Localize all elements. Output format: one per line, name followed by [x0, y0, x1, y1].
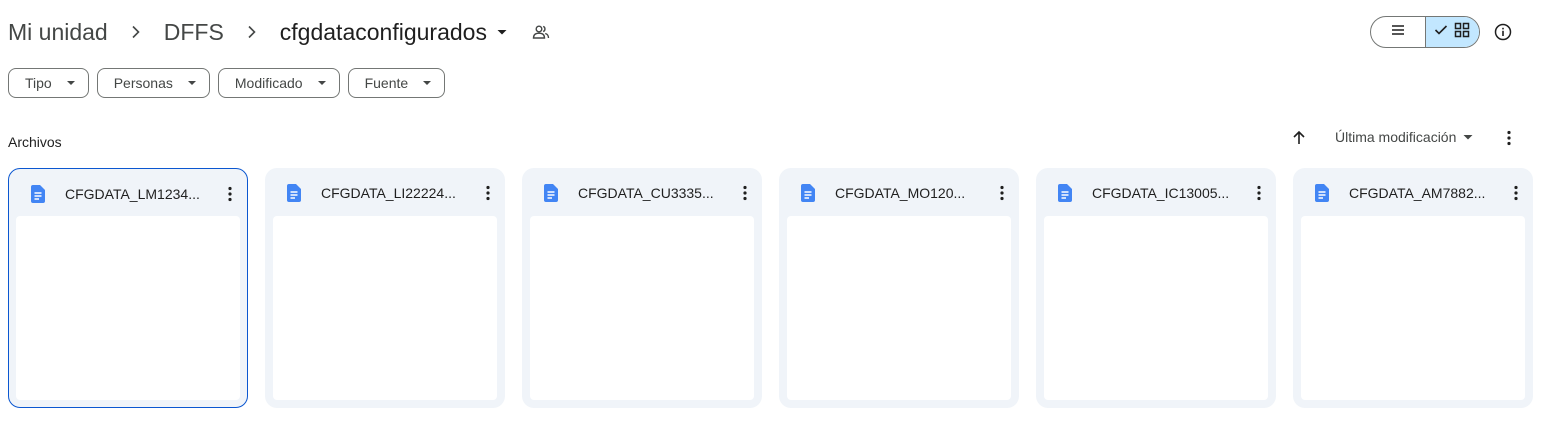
more-vert-icon[interactable] — [736, 183, 754, 203]
file-card[interactable]: CFGDATA_LI22224... — [265, 168, 505, 408]
breadcrumb-item-dffs[interactable]: DFFS — [164, 19, 224, 46]
file-card[interactable]: CFGDATA_LM1234... — [8, 168, 248, 408]
more-vert-icon[interactable] — [993, 183, 1011, 203]
more-vert-icon[interactable] — [1500, 128, 1518, 148]
file-card[interactable]: CFGDATA_MO120... — [779, 168, 1019, 408]
file-thumbnail[interactable] — [16, 216, 240, 400]
more-vert-icon[interactable] — [479, 183, 497, 203]
view-toggle — [1370, 16, 1480, 48]
section-title: Archivos — [8, 134, 62, 150]
google-docs-icon — [1056, 184, 1074, 202]
file-thumbnail[interactable] — [1044, 216, 1268, 400]
breadcrumb-current-folder[interactable]: cfgdataconfigurados — [280, 19, 513, 46]
chevron-right-icon — [224, 25, 280, 39]
list-view-icon — [1390, 23, 1406, 42]
filter-chip-modificado[interactable]: Modificado — [217, 68, 340, 98]
google-docs-icon — [29, 185, 47, 203]
chevron-right-icon — [108, 25, 164, 39]
google-docs-icon — [799, 184, 817, 202]
grid-view-button[interactable] — [1424, 17, 1479, 47]
sort-label: Última modificación — [1335, 129, 1457, 145]
filter-chip-label: Modificado — [234, 75, 303, 91]
info-icon[interactable] — [1491, 20, 1515, 44]
caret-down-icon — [66, 81, 75, 85]
filter-chip-personas[interactable]: Personas — [96, 68, 210, 98]
caret-down-icon[interactable] — [491, 21, 513, 43]
file-name: CFGDATA_CU3335... — [578, 185, 714, 201]
more-vert-icon[interactable] — [1507, 183, 1525, 203]
file-thumbnail[interactable] — [273, 216, 497, 400]
file-card[interactable]: CFGDATA_IC13005... — [1036, 168, 1276, 408]
file-name: CFGDATA_MO120... — [835, 185, 966, 201]
more-vert-icon[interactable] — [1250, 183, 1268, 203]
filter-chip-label: Personas — [113, 75, 173, 91]
file-name: CFGDATA_LI22224... — [321, 185, 456, 201]
file-grid: CFGDATA_LM1234... CFGDATA_LI22224... CFG… — [8, 168, 1533, 408]
google-docs-icon — [542, 184, 560, 202]
file-thumbnail[interactable] — [530, 216, 754, 400]
file-thumbnail[interactable] — [787, 216, 1011, 400]
shared-people-icon[interactable] — [529, 20, 553, 44]
grid-view-icon — [1454, 22, 1470, 43]
file-card[interactable]: CFGDATA_CU3335... — [522, 168, 762, 408]
caret-down-icon — [1463, 135, 1473, 140]
filter-chip-tipo[interactable]: Tipo — [8, 68, 89, 98]
filter-chip-fuente[interactable]: Fuente — [347, 68, 446, 98]
list-view-button[interactable] — [1371, 17, 1425, 47]
breadcrumb-item-mi-unidad[interactable]: Mi unidad — [8, 19, 108, 46]
file-thumbnail[interactable] — [1301, 216, 1525, 400]
file-name: CFGDATA_AM7882... — [1349, 185, 1486, 201]
caret-down-icon — [423, 81, 432, 85]
sort-menu-button[interactable]: Última modificación — [1335, 129, 1474, 145]
file-name: CFGDATA_LM1234... — [65, 186, 200, 202]
file-name: CFGDATA_IC13005... — [1092, 185, 1230, 201]
google-docs-icon — [1313, 184, 1331, 202]
filter-chip-label: Fuente — [364, 75, 409, 91]
google-docs-icon — [285, 184, 303, 202]
current-folder-name: cfgdataconfigurados — [279, 18, 487, 45]
more-vert-icon[interactable] — [221, 184, 239, 204]
breadcrumb: Mi unidad DFFS cfgdataconfigurados — [8, 14, 553, 50]
caret-down-icon — [187, 81, 196, 85]
caret-down-icon — [317, 81, 326, 85]
check-icon — [1434, 23, 1448, 41]
filter-chip-label: Tipo — [25, 75, 52, 91]
filter-chips: Tipo Personas Modificado Fuente — [8, 68, 446, 98]
file-card[interactable]: CFGDATA_AM7882... — [1293, 168, 1533, 408]
sort-direction-arrow-up-icon[interactable] — [1288, 127, 1310, 149]
